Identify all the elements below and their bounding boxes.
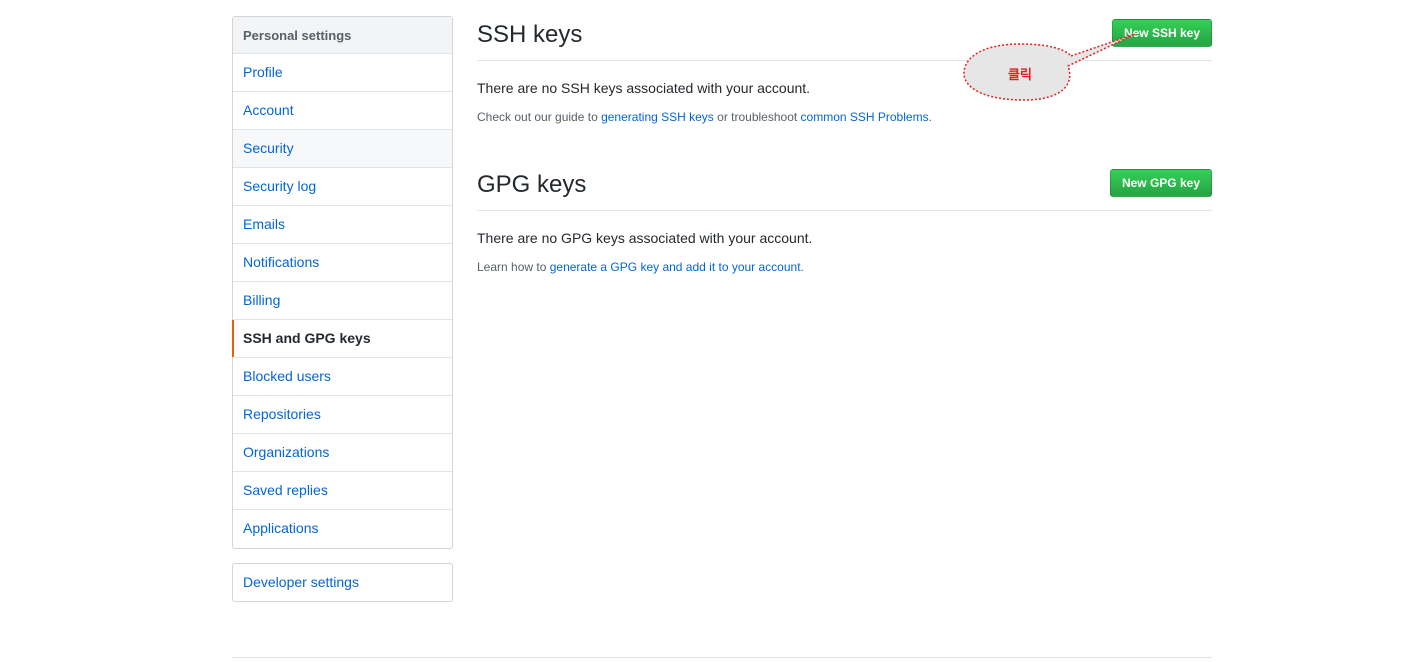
sidebar-item-security[interactable]: Security [233, 130, 452, 168]
sidebar-item-developer-settings[interactable]: Developer settings [233, 564, 452, 601]
settings-sidebar: Personal settings Profile Account Securi… [232, 16, 453, 549]
ssh-keys-title: SSH keys [477, 21, 583, 48]
common-ssh-problems-link[interactable]: common SSH Problems [801, 110, 929, 124]
ssh-hint-middle: or troubleshoot [713, 110, 801, 124]
new-gpg-key-button[interactable]: New GPG key [1109, 169, 1212, 197]
sidebar-item-emails[interactable]: Emails [233, 206, 452, 244]
gpg-hint-suffix: . [800, 260, 804, 274]
gpg-hint-prefix: Learn how to [477, 260, 550, 274]
ssh-hint-prefix: Check out our guide to [477, 110, 602, 124]
ssh-section-header: SSH keys New SSH key [477, 15, 1212, 61]
sidebar-item-repositories[interactable]: Repositories [233, 396, 452, 434]
gpg-help-text: Learn how to generate a GPG key and add … [477, 260, 804, 274]
sidebar-item-applications[interactable]: Applications [233, 510, 452, 548]
footer-divider [232, 657, 1212, 658]
settings-page: Personal settings Profile Account Securi… [0, 0, 1420, 662]
sidebar-item-security-log[interactable]: Security log [233, 168, 452, 206]
sidebar-item-saved-replies[interactable]: Saved replies [233, 472, 452, 510]
gpg-keys-title: GPG keys [477, 171, 587, 198]
developer-sidebar: Developer settings [232, 563, 453, 602]
sidebar-item-notifications[interactable]: Notifications [233, 244, 452, 282]
gpg-section-header: GPG keys New GPG key [477, 165, 1212, 211]
sidebar-item-ssh-gpg-keys[interactable]: SSH and GPG keys [232, 320, 452, 358]
ssh-help-text: Check out our guide to generating SSH ke… [477, 110, 932, 124]
sidebar-item-account[interactable]: Account [233, 92, 452, 130]
generate-gpg-key-link[interactable]: generate a GPG key and add it to your ac… [550, 260, 801, 274]
gpg-empty-message: There are no GPG keys associated with yo… [477, 230, 813, 246]
sidebar-item-blocked-users[interactable]: Blocked users [233, 358, 452, 396]
sidebar-item-organizations[interactable]: Organizations [233, 434, 452, 472]
ssh-hint-suffix: . [928, 110, 932, 124]
sidebar-item-billing[interactable]: Billing [233, 282, 452, 320]
callout-label: 클릭 [1008, 68, 1032, 83]
new-ssh-key-button[interactable]: New SSH key [1111, 19, 1212, 47]
sidebar-heading: Personal settings [233, 17, 452, 54]
generating-ssh-keys-link[interactable]: generating SSH keys [601, 110, 714, 124]
sidebar-item-profile[interactable]: Profile [233, 54, 452, 92]
ssh-empty-message: There are no SSH keys associated with yo… [477, 80, 811, 96]
